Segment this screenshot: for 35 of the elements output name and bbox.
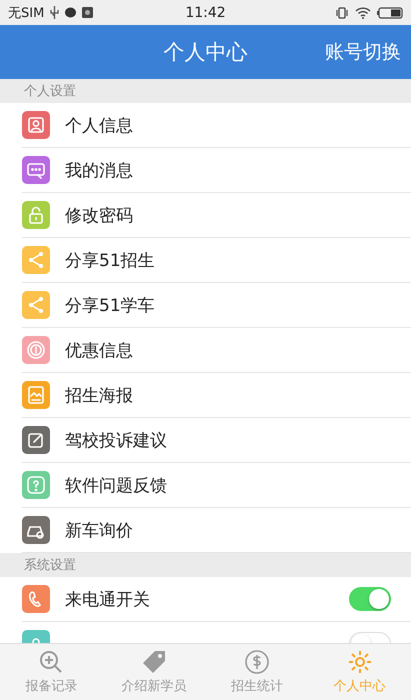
menu-item[interactable]: 修改密码	[22, 193, 411, 238]
blob-icon	[65, 7, 76, 18]
menu-item[interactable]: 招生海报	[22, 373, 411, 418]
dollar-icon	[244, 649, 270, 675]
menu-label: 优惠信息	[65, 340, 134, 362]
menu-label: 软件问题反馈	[65, 474, 168, 496]
tag-icon	[141, 649, 168, 675]
menu-label: 个人信息	[65, 114, 134, 136]
menu-label: 新车询价	[65, 520, 134, 542]
menu-label: 驾校投诉建议	[65, 430, 168, 452]
menu-item[interactable]: 软件问题反馈	[22, 463, 411, 508]
switch-account-button[interactable]: 账号切换	[315, 25, 411, 79]
section-header: 个人设置	[0, 79, 411, 103]
menu-item[interactable]: 驾校投诉建议	[22, 418, 411, 463]
menu-label: 来电通开关	[65, 588, 151, 610]
menu-item[interactable]: 个人信息	[22, 103, 411, 148]
menu-label: 我的消息	[65, 160, 134, 182]
toggle-switch[interactable]	[349, 587, 391, 611]
menu-item[interactable]: 分享51招生	[22, 238, 411, 283]
menu-label: 修改密码	[65, 204, 134, 226]
wifi-icon	[354, 6, 371, 18]
menu-label: 分享51招生	[65, 250, 156, 272]
section-header: 系统设置	[0, 553, 411, 577]
menu-item[interactable]: 优惠信息	[22, 328, 411, 373]
carrier-text: 无SIM	[8, 4, 44, 22]
menu-label: 分享51学车	[65, 294, 156, 316]
menu-item[interactable]: 分享51学车	[22, 283, 411, 328]
page-title: 个人中心	[164, 39, 248, 66]
clock-text: 11:42	[185, 4, 226, 20]
notification-icon	[82, 7, 94, 18]
menu-item[interactable]: 我的消息	[22, 148, 411, 193]
vibrate-icon	[334, 6, 349, 18]
battery-icon	[376, 6, 403, 18]
zoom-in-icon	[38, 649, 64, 675]
menu-label: 招生海报	[65, 384, 134, 406]
